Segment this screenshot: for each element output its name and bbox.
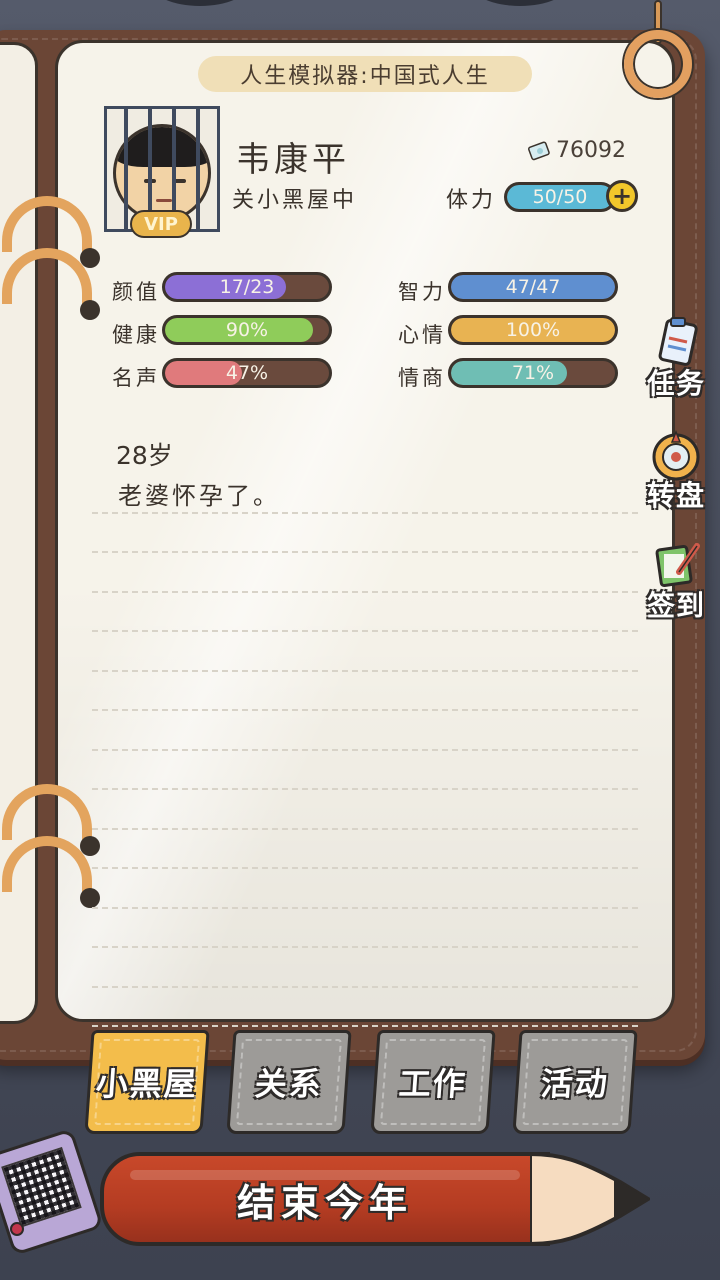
stat-bar-eq: 71% — [448, 358, 618, 388]
add-stamina-button[interactable]: + — [606, 180, 638, 212]
stat-value: 90% — [225, 319, 269, 341]
task-button[interactable]: 任务 — [636, 316, 716, 402]
hair — [116, 127, 208, 167]
stat-bar-health: 90% — [162, 315, 332, 345]
ruled-lines — [92, 474, 638, 1027]
stat-value: 47% — [225, 362, 269, 384]
stat-value: 17/23 — [219, 276, 275, 298]
money-value: 76092 — [556, 138, 626, 163]
stamina-label: 体力 — [446, 188, 497, 213]
player-status: 关小黑屋中 — [232, 188, 358, 213]
stat-label-eq: 情商 — [398, 366, 446, 390]
banknote-icon — [528, 140, 550, 160]
stat-label-mood: 心情 — [398, 323, 446, 347]
stat-bar-intelligence: 47/47 — [448, 272, 618, 302]
stamina-bar: 50/50 — [504, 182, 616, 212]
checkin-button[interactable]: 签到 — [636, 538, 716, 624]
log-age: 28岁 — [116, 441, 173, 470]
wheel-button[interactable]: 转盘 — [636, 428, 716, 514]
wheel-label: 转盘 — [646, 479, 705, 512]
qr-code-icon — [1, 1146, 82, 1228]
stat-value: 100% — [505, 319, 561, 341]
vip-badge[interactable]: VIP — [130, 210, 192, 238]
tab-activity[interactable]: 活动 — [512, 1030, 638, 1134]
pencil-tip-icon — [530, 1152, 650, 1246]
mouth — [156, 199, 172, 202]
stat-value: 47/47 — [505, 276, 561, 298]
stat-bar-mood: 100% — [448, 315, 618, 345]
hanger-ring-icon — [624, 30, 692, 98]
player-name: 韦康平 — [236, 140, 350, 180]
game-title: 人生模拟器:中国式人生 — [198, 56, 532, 92]
checkin-label: 签到 — [646, 589, 705, 622]
eye — [174, 179, 186, 183]
log-event: 老婆怀孕了。 — [118, 482, 280, 510]
eye — [144, 179, 156, 183]
stat-value: 71% — [511, 362, 555, 384]
stat-label-intelligence: 智力 — [398, 280, 446, 304]
avatar[interactable] — [113, 124, 211, 222]
tab-blackroom[interactable]: 小黑屋 — [84, 1030, 210, 1134]
stat-label-fame: 名声 — [112, 366, 160, 390]
tab-relations[interactable]: 关系 — [226, 1030, 352, 1134]
pencil-highlight — [130, 1170, 520, 1180]
tab-work[interactable]: 工作 — [370, 1030, 496, 1134]
stat-label-health: 健康 — [112, 323, 160, 347]
qr-tag-dot — [10, 1222, 24, 1236]
stamina-value: 50/50 — [532, 186, 588, 208]
stat-bar-fame: 47% — [162, 358, 332, 388]
end-year-button[interactable]: 结束今年 — [100, 1152, 550, 1246]
task-label: 任务 — [646, 367, 705, 400]
money-display: 76092 — [528, 138, 626, 163]
stat-bar-looks: 17/23 — [162, 272, 332, 302]
stat-label-looks: 颜值 — [112, 280, 160, 304]
